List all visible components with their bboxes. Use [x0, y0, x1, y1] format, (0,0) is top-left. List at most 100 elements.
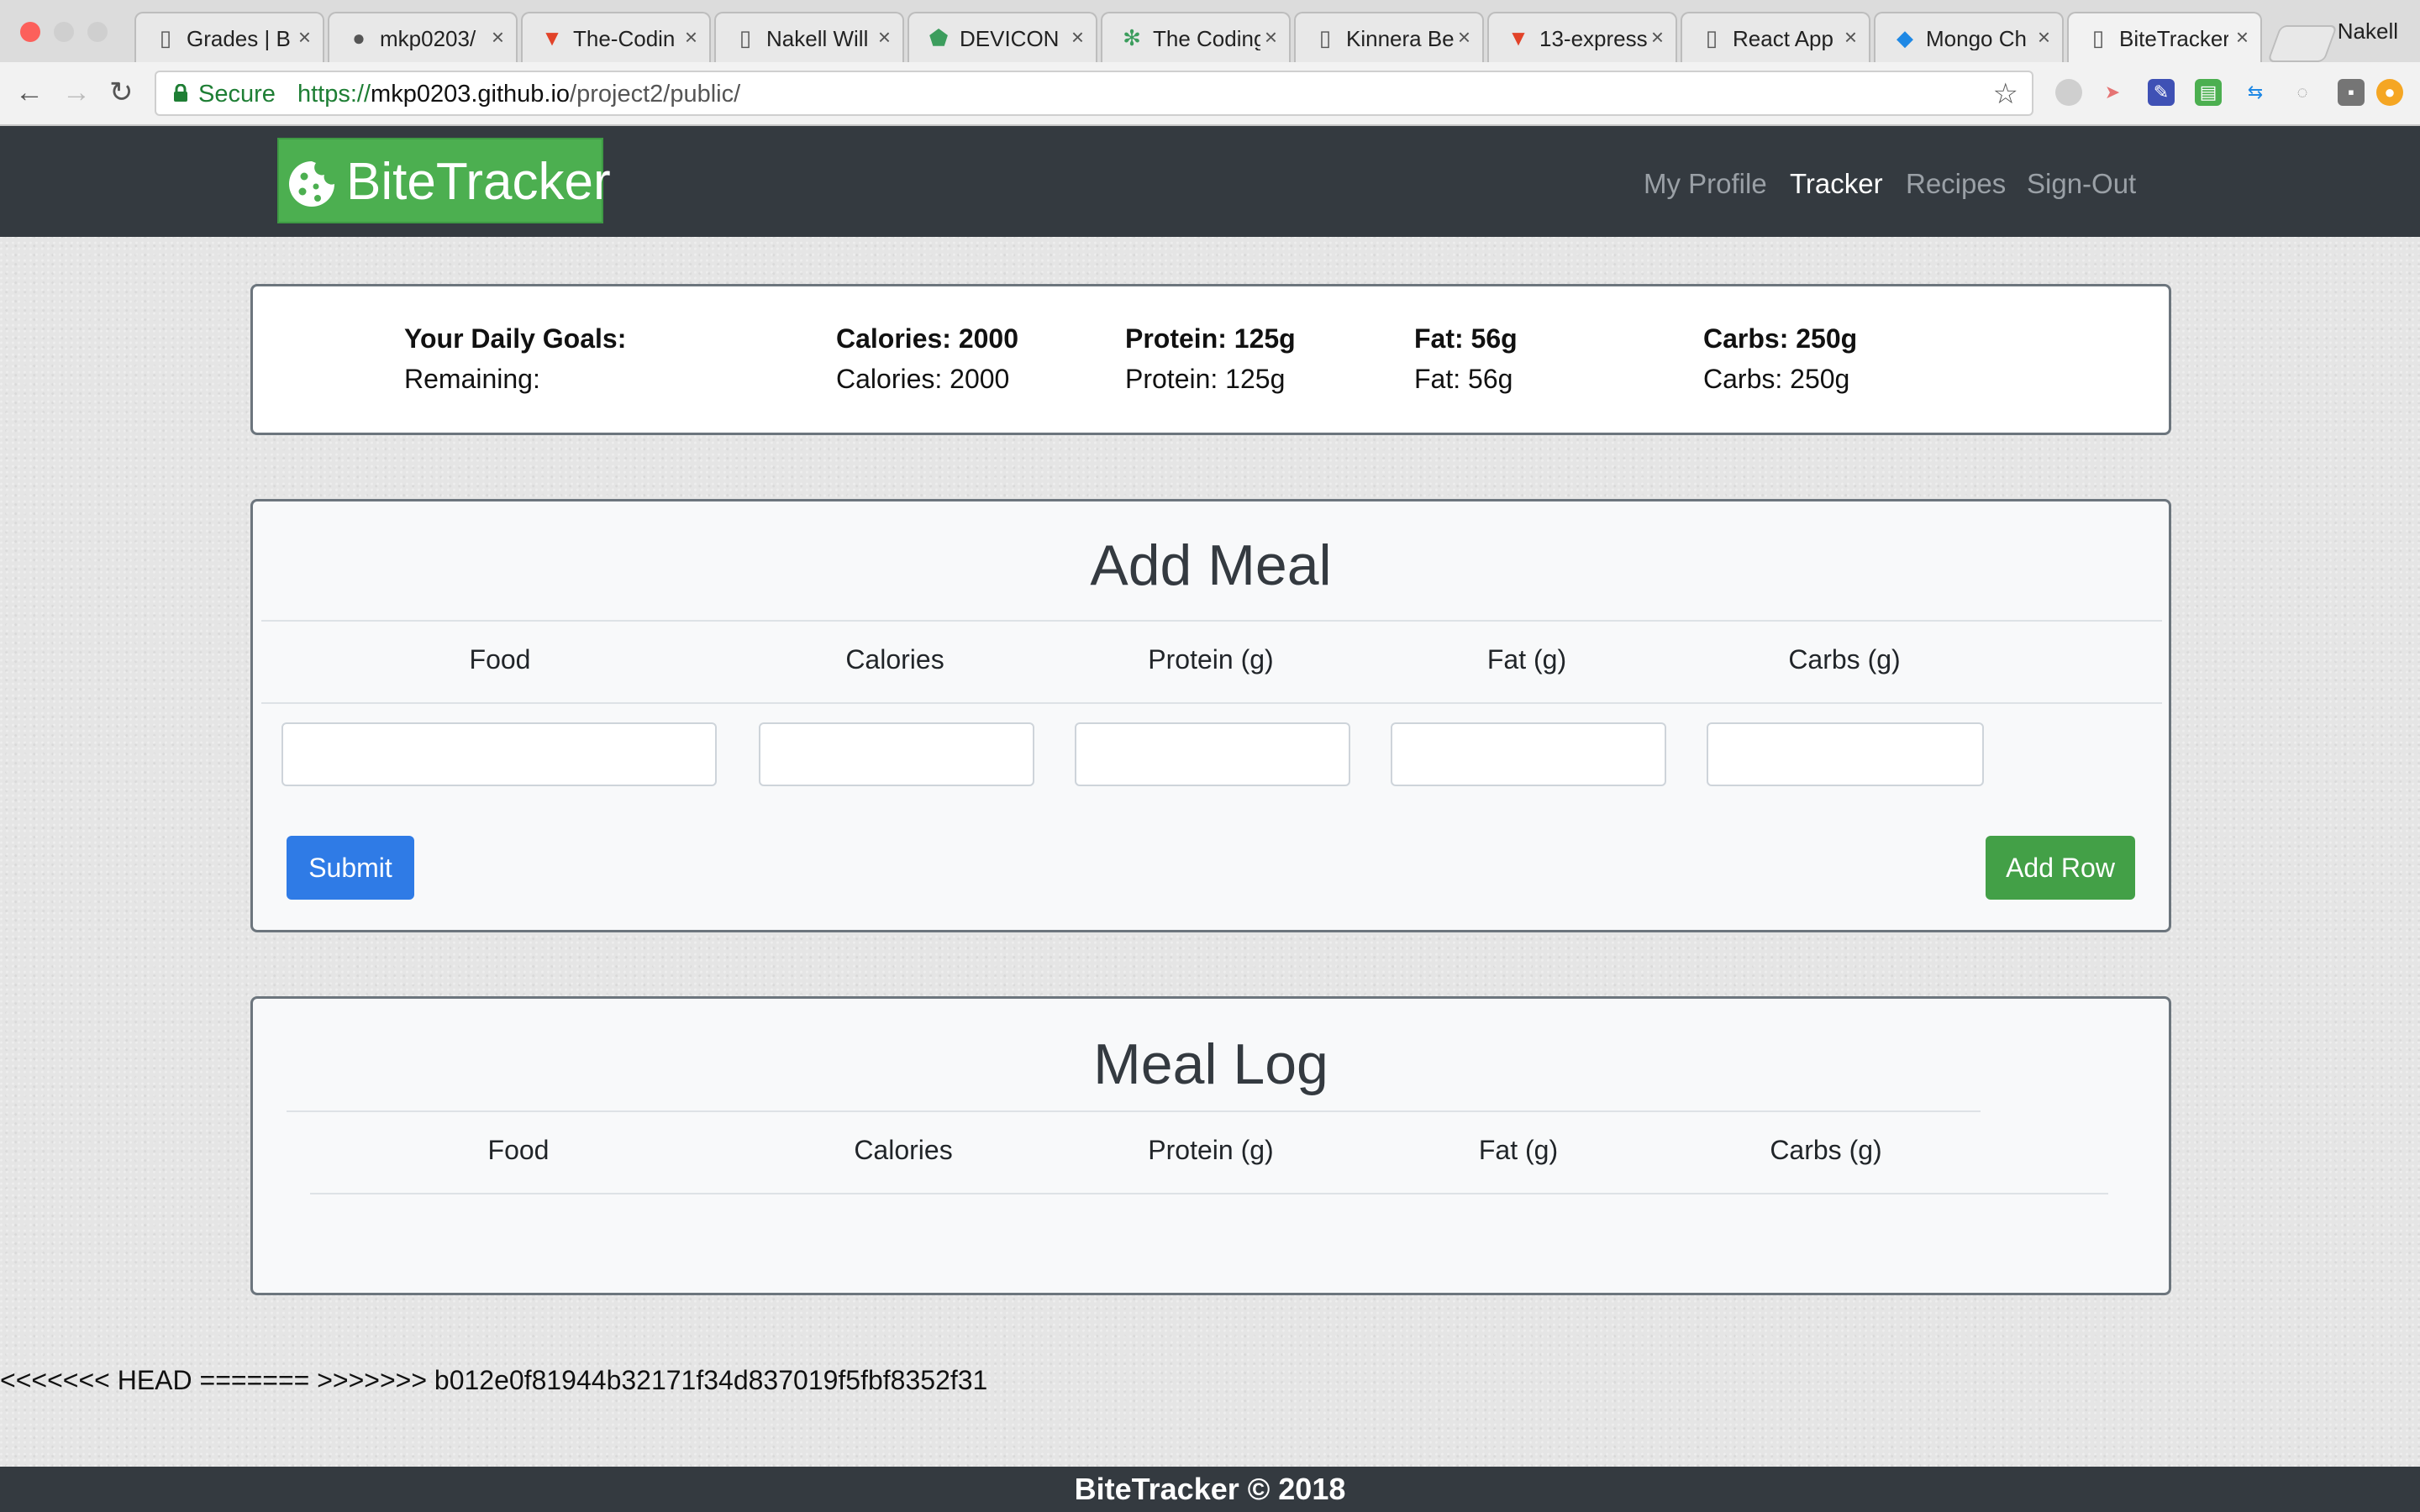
- browser-tab[interactable]: ▯ Nakell Will ×: [714, 12, 904, 62]
- mongo-icon: ◆: [1897, 25, 1913, 50]
- protein-input[interactable]: [1075, 722, 1350, 786]
- browser-tab[interactable]: ▯ Grades | B ×: [134, 12, 324, 62]
- browser-tab[interactable]: ● mkp0203/ ×: [328, 12, 518, 62]
- extension-arrow-icon[interactable]: ➤: [2099, 79, 2126, 106]
- tab-title: React App: [1733, 27, 1833, 50]
- tab-title: Nakell Will: [766, 27, 869, 50]
- browser-tab[interactable]: ⬟ DEVICON ×: [908, 12, 1097, 62]
- log-column-header-carbs: Carbs (g): [1770, 1135, 1882, 1165]
- browser-tab[interactable]: ✻ The Coding ×: [1101, 12, 1291, 62]
- column-header-calories: Calories: [845, 644, 944, 675]
- tab-title: Mongo Ch: [1926, 27, 2027, 50]
- column-header-protein: Protein (g): [1148, 644, 1274, 675]
- food-input[interactable]: [281, 722, 717, 786]
- remaining-fat: Fat: 56g: [1414, 364, 1513, 394]
- tab-title: DEVICON: [960, 27, 1060, 50]
- bookmark-star-icon[interactable]: ☆: [1993, 77, 2018, 111]
- browser-tab[interactable]: ▯ Kinnera Be ×: [1294, 12, 1484, 62]
- tab-close-icon[interactable]: ×: [298, 25, 311, 49]
- browser-tab[interactable]: ◆ Mongo Ch ×: [1874, 12, 2064, 62]
- forward-icon[interactable]: →: [62, 76, 91, 109]
- calories-input[interactable]: [759, 722, 1034, 786]
- daily-calories: Calories: 2000: [836, 323, 1019, 354]
- browser-tab[interactable]: ▯ React App ×: [1681, 12, 1870, 62]
- lock-icon: [174, 84, 187, 102]
- daily-fat: Fat: 56g: [1414, 323, 1518, 354]
- daily-goals-card: Your Daily Goals: Remaining: Calories: 2…: [250, 284, 2171, 435]
- page-icon: ▯: [739, 25, 752, 50]
- tab-strip: ▯ Grades | B × ● mkp0203/ × ▼ The-Codin …: [0, 0, 2420, 62]
- browser-tab-active[interactable]: ▯ BiteTracker ×: [2067, 12, 2262, 62]
- extension-update-icon[interactable]: ●: [2376, 79, 2403, 106]
- daily-protein: Protein: 125g: [1125, 323, 1296, 354]
- tab-close-icon[interactable]: ×: [2038, 25, 2050, 49]
- column-header-fat: Fat (g): [1486, 644, 1567, 675]
- tab-close-icon[interactable]: ×: [878, 25, 891, 49]
- tab-close-icon[interactable]: ×: [1071, 25, 1084, 49]
- nav-link-my-profile[interactable]: My Profile: [1644, 168, 1767, 200]
- maximize-window-button[interactable]: [87, 22, 108, 42]
- submit-button[interactable]: Submit: [287, 836, 414, 900]
- url-path: /project2/public/: [570, 81, 741, 108]
- carbs-input[interactable]: [1707, 722, 1984, 786]
- meal-log-title: Meal Log: [1093, 1032, 1328, 1096]
- back-icon[interactable]: ←: [15, 76, 44, 109]
- tab-close-icon[interactable]: ×: [1651, 25, 1664, 49]
- nav-link-sign-out[interactable]: Sign-Out: [2027, 168, 2136, 200]
- reload-icon[interactable]: ↻: [109, 76, 134, 109]
- cookie-icon: [289, 161, 334, 207]
- plant-icon: ✻: [1123, 25, 1141, 50]
- footer: BiteTracker © 2018: [0, 1467, 2420, 1512]
- tab-close-icon[interactable]: ×: [1844, 25, 1857, 49]
- add-row-button[interactable]: Add Row: [1986, 836, 2135, 900]
- column-header-food: Food: [469, 644, 531, 675]
- divider: [261, 702, 2162, 704]
- close-window-button[interactable]: [20, 22, 40, 42]
- minimize-window-button[interactable]: [54, 22, 74, 42]
- log-column-header-calories: Calories: [854, 1135, 953, 1165]
- divider: [287, 1110, 1981, 1112]
- gitlab-icon: ▼: [541, 25, 563, 50]
- log-column-header-protein: Protein (g): [1148, 1135, 1274, 1165]
- log-column-header-food: Food: [487, 1135, 550, 1165]
- browser-chrome: ▯ Grades | B × ● mkp0203/ × ▼ The-Codin …: [0, 0, 2420, 126]
- nav-link-recipes[interactable]: Recipes: [1906, 168, 2006, 200]
- extension-off-icon[interactable]: ▪: [2338, 79, 2365, 106]
- browser-tab[interactable]: ▼ 13-express ×: [1487, 12, 1677, 62]
- divider: [261, 620, 2162, 622]
- browser-tab[interactable]: ▼ The-Codin ×: [521, 12, 711, 62]
- devicon-icon: ⬟: [929, 25, 949, 50]
- remaining-label: Remaining:: [404, 364, 540, 394]
- url-scheme: https://: [297, 81, 371, 108]
- nav-link-tracker[interactable]: Tracker: [1790, 168, 1883, 200]
- remaining-carbs: Carbs: 250g: [1703, 364, 1850, 394]
- tab-title: 13-express: [1539, 27, 1647, 50]
- page-icon: ▯: [159, 25, 172, 50]
- tab-close-icon[interactable]: ×: [1265, 25, 1277, 49]
- profile-name[interactable]: Nakell: [2338, 18, 2398, 45]
- navbar: BiteTracker My Profile Tracker Recipes S…: [0, 126, 2420, 237]
- merge-conflict-text: <<<<<<< HEAD ======= >>>>>>> b012e0f8194…: [0, 1365, 988, 1395]
- tab-title: mkp0203/: [380, 27, 476, 50]
- extension-circle-icon[interactable]: ◌: [2289, 79, 2316, 106]
- address-bar[interactable]: Secure https://mkp0203.github.io/project…: [155, 71, 2033, 116]
- extension-swap-icon[interactable]: ⇆: [2242, 79, 2269, 106]
- tab-close-icon[interactable]: ×: [492, 25, 504, 49]
- remaining-protein: Protein: 125g: [1125, 364, 1286, 394]
- extension-eyedropper-icon[interactable]: ✎: [2148, 79, 2175, 106]
- fat-input[interactable]: [1391, 722, 1666, 786]
- add-meal-card: Add Meal Food Calories Protein (g) Fat (…: [250, 499, 2171, 932]
- url-text[interactable]: https://mkp0203.github.io/project2/publi…: [297, 81, 740, 108]
- divider: [310, 1193, 2108, 1194]
- brand-logo[interactable]: BiteTracker: [277, 138, 611, 223]
- tab-title: The Coding: [1153, 27, 1260, 50]
- github-icon: ●: [352, 25, 366, 50]
- tab-close-icon[interactable]: ×: [685, 25, 697, 49]
- extension-new-icon[interactable]: ▤: [2195, 79, 2222, 106]
- extension-record-icon[interactable]: [2055, 79, 2082, 106]
- column-header-carbs: Carbs (g): [1788, 644, 1901, 675]
- new-tab-button[interactable]: [2266, 25, 2338, 62]
- tab-close-icon[interactable]: ×: [1458, 25, 1470, 49]
- tab-title: BiteTracker: [2119, 27, 2228, 50]
- tab-close-icon[interactable]: ×: [2236, 25, 2249, 49]
